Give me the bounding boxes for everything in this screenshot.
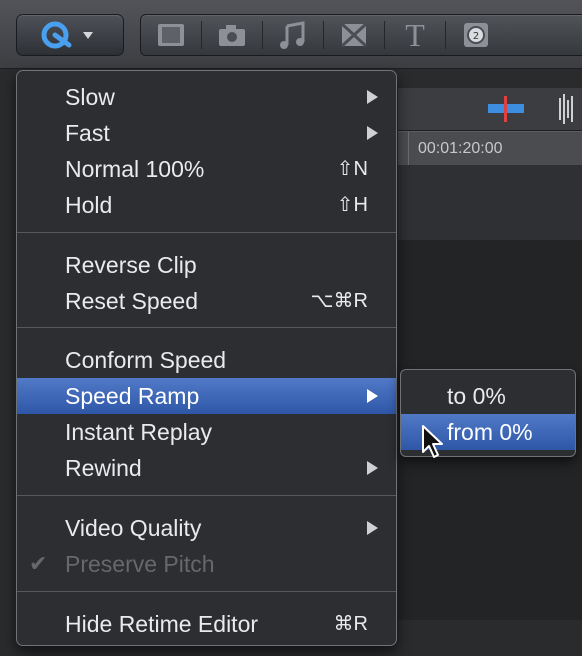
camera-icon[interactable] <box>202 15 262 55</box>
retime-menu-button[interactable] <box>16 14 124 56</box>
shortcut-label: ⇧N <box>336 158 368 180</box>
menu-separator <box>17 591 396 592</box>
menu-item-video-quality[interactable]: Video Quality <box>17 510 396 546</box>
submenu-arrow-icon <box>367 126 378 140</box>
menu-item-hide-retime-editor[interactable]: Hide Retime Editor ⌘R <box>17 606 396 642</box>
chevron-down-icon <box>83 32 93 39</box>
menu-item-hold[interactable]: Hold ⇧H <box>17 187 396 223</box>
svg-text:2: 2 <box>473 31 479 42</box>
menu-item-label: Fast <box>65 120 110 146</box>
audio-meter-icon <box>488 94 573 124</box>
menu-item-label: Rewind <box>65 455 142 481</box>
media-browser-buttons: T 2 <box>140 14 582 56</box>
menu-item-label: Hide Retime Editor <box>65 611 259 637</box>
menu-item-speed-ramp[interactable]: Speed Ramp <box>17 378 396 414</box>
mouse-cursor-icon <box>422 425 443 458</box>
menu-item-label: Preserve Pitch <box>65 551 215 577</box>
timeline-ruler[interactable]: 00:01:20:00 <box>398 131 582 167</box>
timeline-toolbar-strip <box>398 88 582 131</box>
menu-item-reset-speed[interactable]: Reset Speed ⌥⌘R <box>17 283 396 319</box>
shortcut-label: ⌘R <box>333 613 368 635</box>
menu-item-reverse-clip[interactable]: Reverse Clip <box>17 247 396 283</box>
music-note-icon[interactable] <box>263 15 323 55</box>
menu-separator <box>17 495 396 496</box>
menu-item-preserve-pitch: ✔ Preserve Pitch <box>17 546 396 582</box>
menu-item-label: Reset Speed <box>65 288 198 314</box>
checkmark-icon: ✔ <box>29 551 48 576</box>
menu-item-label: Instant Replay <box>65 419 213 445</box>
submenu-arrow-icon <box>367 389 378 403</box>
transition-icon[interactable] <box>324 15 384 55</box>
menu-separator <box>17 232 396 233</box>
menu-separator <box>17 327 396 328</box>
title-icon[interactable]: T <box>385 15 445 55</box>
toolbar: T 2 <box>0 0 582 69</box>
retime-icon <box>41 21 93 49</box>
submenu-item-label: from 0% <box>447 419 533 445</box>
generator-icon[interactable]: 2 <box>446 15 506 55</box>
menu-item-label: Video Quality <box>65 515 202 541</box>
submenu-arrow-icon <box>367 461 378 475</box>
menu-item-slow[interactable]: Slow <box>17 79 396 115</box>
menu-item-label: Hold <box>65 192 113 218</box>
menu-item-conform-speed[interactable]: Conform Speed <box>17 342 396 378</box>
menu-item-label: Speed Ramp <box>65 383 200 409</box>
title-glyph: T <box>405 16 425 53</box>
menu-item-normal[interactable]: Normal 100% ⇧N <box>17 151 396 187</box>
submenu-arrow-icon <box>367 90 378 104</box>
menu-item-label: Normal 100% <box>65 156 205 182</box>
submenu-item-label: to 0% <box>447 383 506 409</box>
menu-item-instant-replay[interactable]: Instant Replay <box>17 414 396 450</box>
menu-item-rewind[interactable]: Rewind <box>17 450 396 486</box>
shortcut-label: ⌥⌘R <box>310 290 369 312</box>
submenu-item-to-0[interactable]: to 0% <box>401 378 575 414</box>
menu-item-label: Slow <box>65 84 115 110</box>
ruler-tick <box>408 132 409 166</box>
filmstrip-icon[interactable] <box>141 15 201 55</box>
timecode-label: 00:01:20:00 <box>418 140 503 157</box>
shortcut-label: ⇧H <box>336 194 368 216</box>
timeline-track <box>398 165 582 240</box>
menu-item-label: Reverse Clip <box>65 252 197 278</box>
menu-item-label: Conform Speed <box>65 347 227 373</box>
menu-item-fast[interactable]: Fast <box>17 115 396 151</box>
retime-menu: Slow Fast Normal 100% ⇧N Hold ⇧H Reverse… <box>16 70 397 646</box>
submenu-arrow-icon <box>367 521 378 535</box>
